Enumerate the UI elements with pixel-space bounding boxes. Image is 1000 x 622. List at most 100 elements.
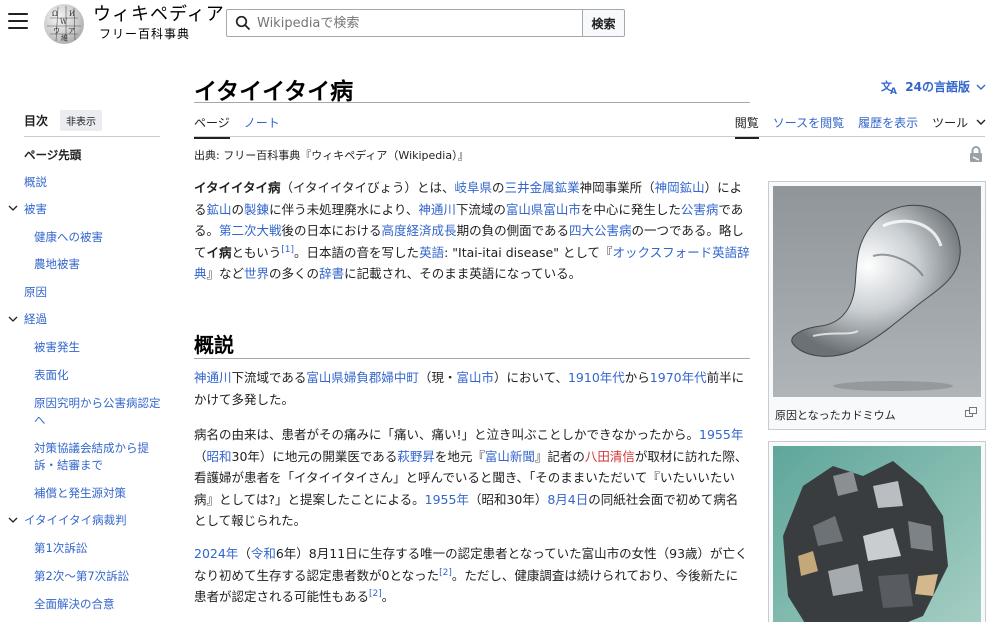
link-mitsui-mining[interactable]: 三井金属鉱業 <box>505 180 580 195</box>
link-toyama-city[interactable]: 富山県富山市 <box>506 202 581 217</box>
citation-2[interactable]: [2] <box>369 589 382 599</box>
wordmark-title: ウィキペディア <box>93 4 225 25</box>
language-selector[interactable]: 文 A 24の言語版 <box>881 78 986 95</box>
text: （イタイイタイびょう）とは、 <box>280 180 455 195</box>
toc-item-compensation[interactable]: 補償と発生源対策 <box>34 485 126 502</box>
search-input[interactable] <box>257 14 577 32</box>
overview-paragraph-3: 2024年（令和6年）8月11日に生存する唯一の認定患者となっていた富山市の女性… <box>194 543 750 608</box>
svg-text:維: 維 <box>61 33 68 42</box>
toc-hide-button[interactable]: 非表示 <box>60 109 103 131</box>
link-jinzu-river[interactable]: 神通川 <box>194 370 232 385</box>
bold-abbrev: イ病 <box>206 244 232 260</box>
bold-title: イタイイタイ病 <box>194 180 281 195</box>
text: 下流域の <box>455 201 506 217</box>
text: ともいう <box>231 244 282 260</box>
link-jinzu-river[interactable]: 神通川 <box>418 202 456 217</box>
chevron-down-icon[interactable] <box>8 314 18 324</box>
link-ww2[interactable]: 第二次大戦 <box>219 223 282 238</box>
toc-item-second-seventh-suit[interactable]: 第2次〜第7次訴訟 <box>34 568 129 585</box>
link-1910s[interactable]: 1910年代 <box>568 370 625 385</box>
text: （ <box>238 546 251 561</box>
link-toyama-city[interactable]: 富山市 <box>456 370 494 385</box>
tabs-divider <box>194 136 985 137</box>
link-gifu[interactable]: 岐阜県 <box>455 180 493 195</box>
tools-label: ツール <box>932 116 969 130</box>
link-reiwa[interactable]: 令和 <box>251 546 276 561</box>
link-1955[interactable]: 1955年 <box>699 427 743 442</box>
text: （昭和30年） <box>468 491 548 507</box>
link-kamioka-mine[interactable]: 神岡鉱山 <box>655 180 705 195</box>
link-hagino-noboru[interactable]: 萩野昇 <box>397 449 435 464</box>
link-high-growth[interactable]: 高度経済成長 <box>382 223 457 238</box>
link-toyama-shimbun[interactable]: 富山新聞 <box>485 449 535 464</box>
section-heading-overview: 概説 <box>194 333 234 357</box>
toc-item-outbreak[interactable]: 被害発生 <box>34 339 80 356</box>
chevron-down-icon[interactable] <box>8 203 18 213</box>
link-aug-4[interactable]: 8月4日 <box>547 492 588 507</box>
citation-1[interactable]: [1] <box>281 244 294 254</box>
toc-item-damage[interactable]: 被害 <box>24 201 47 218</box>
text: に伴う未処理廃水により、 <box>269 201 419 217</box>
page-title: イタイイタイ病 <box>194 78 354 105</box>
toc-item-settlement[interactable]: 全面解決の合意 <box>34 596 115 613</box>
toc-item-cause[interactable]: 原因 <box>24 284 47 301</box>
text: ）において、 <box>493 370 568 385</box>
link-1955[interactable]: 1955年 <box>425 492 469 507</box>
translate-icon: 文 A <box>881 79 897 95</box>
image-caption: 原因となったカドミウム <box>773 401 981 425</box>
redlink-hatta-kiyonobu[interactable]: 八田清信 <box>585 449 635 464</box>
toc-item-top[interactable]: ページ先頭 <box>24 147 81 164</box>
link-mine[interactable]: 鉱山 <box>207 202 232 217</box>
text: （現・ <box>418 370 457 385</box>
link-four-big-pollution[interactable]: 四大公害病 <box>569 223 632 238</box>
link-2024[interactable]: 2024年 <box>194 546 238 561</box>
wikipedia-globe-logo[interactable]: ΩWИ ウア維 <box>44 4 84 44</box>
language-count: 24の言語版 <box>905 80 970 94</box>
toc-item-health-damage[interactable]: 健康への被害 <box>34 229 103 246</box>
link-smelting[interactable]: 製錬 <box>244 202 269 217</box>
caption-text: 原因となったカドミウム <box>775 409 896 422</box>
text: に記載され、そのまま英語になっている。 <box>344 266 582 281</box>
toc-item-first-suit[interactable]: 第1次訴訟 <box>34 540 87 557</box>
toc-item-history[interactable]: 経過 <box>24 311 47 328</box>
toc-title: 目次 <box>24 113 49 128</box>
wikipedia-wordmark[interactable]: ウィキペディア フリー百科事典 <box>93 4 225 42</box>
link-english[interactable]: 英語 <box>419 245 444 260</box>
toc-item-surfacing[interactable]: 表面化 <box>34 367 69 384</box>
wordmark-tagline: フリー百科事典 <box>99 27 191 41</box>
toc-item-overview[interactable]: 概説 <box>24 174 47 191</box>
toc-divider <box>24 136 160 137</box>
link-pollution-disease[interactable]: 公害病 <box>681 202 719 217</box>
toc-item-farmland-damage[interactable]: 農地被害 <box>34 256 80 273</box>
toc-item-trial[interactable]: イタイイタイ病裁判 <box>24 512 127 529</box>
overview-paragraph-1: 神通川下流域である富山県婦負郡婦中町（現・富山市）において、1910年代から19… <box>194 367 750 410</box>
title-divider <box>194 102 750 103</box>
toc-header: 目次 非表示 <box>24 108 103 132</box>
link-showa[interactable]: 昭和 <box>207 449 232 464</box>
chevron-down-icon <box>976 84 986 90</box>
search-box[interactable] <box>226 9 583 37</box>
main-menu-icon[interactable] <box>8 13 28 31</box>
semi-protection-lock-icon[interactable] <box>969 146 983 163</box>
text: を中心に発生した <box>580 201 681 217</box>
image-thumbnail-mineral <box>768 441 986 622</box>
link-world[interactable]: 世界 <box>244 266 269 281</box>
text: 。日本語の音を写した <box>294 244 420 260</box>
toc-item-council-lawsuit[interactable]: 対策協議会結成から提訴・結審まで <box>34 440 162 474</box>
text: （ <box>194 448 207 464</box>
link-fuchu-town[interactable]: 富山県婦負郡婦中町 <box>306 370 419 385</box>
section-divider <box>194 358 750 359</box>
mineral-photo[interactable] <box>773 446 981 622</box>
source-line: 出典: フリー百科事典『ウィキペディア（Wikipedia）』 <box>194 149 469 162</box>
intro-paragraph: イタイイタイ病（イタイイタイびょう）とは、岐阜県の三井金属鉱業神岡事業所（神岡鉱… <box>194 177 750 285</box>
cadmium-photo[interactable] <box>773 186 981 397</box>
search-button[interactable]: 検索 <box>582 9 625 37</box>
citation-2[interactable]: [2] <box>439 567 452 577</box>
text: の <box>492 180 505 195</box>
svg-text:ウ: ウ <box>53 27 60 35</box>
toc-item-cause-investigation[interactable]: 原因究明から公害病認定へ <box>34 395 162 429</box>
chevron-down-icon[interactable] <box>8 515 18 525</box>
link-1970s[interactable]: 1970年代 <box>650 370 707 385</box>
enlarge-icon[interactable] <box>965 407 977 417</box>
link-dictionary[interactable]: 辞書 <box>319 266 344 281</box>
